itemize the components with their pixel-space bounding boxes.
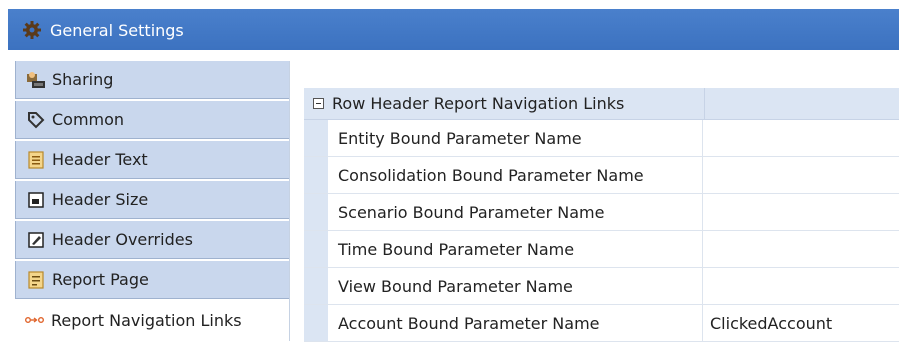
row-gutter <box>304 305 328 341</box>
window-title: General Settings <box>50 21 184 40</box>
property-row: Entity Bound Parameter Name <box>304 120 899 157</box>
property-name: View Bound Parameter Name <box>338 268 703 304</box>
sidebar-item-header-overrides[interactable]: Header Overrides <box>15 221 289 259</box>
sidebar-item-label: Sharing <box>52 70 114 89</box>
property-value[interactable] <box>706 120 899 156</box>
property-name: Scenario Bound Parameter Name <box>338 194 703 230</box>
sidebar-item-header-text[interactable]: Header Text <box>15 141 289 179</box>
sidebar-item-common[interactable]: Common <box>15 101 289 139</box>
section-header[interactable]: Row Header Report Navigation Links <box>304 88 899 120</box>
property-name: Consolidation Bound Parameter Name <box>338 157 703 193</box>
sidebar-item-label: Header Size <box>52 190 149 209</box>
property-value[interactable]: ClickedAccount <box>706 305 899 341</box>
tag-icon <box>26 110 46 130</box>
property-value[interactable] <box>706 194 899 230</box>
sidebar-item-label: Header Text <box>52 150 148 169</box>
row-gutter <box>304 194 328 230</box>
sidebar-item-label: Report Navigation Links <box>51 310 242 330</box>
sharing-icon <box>26 70 46 90</box>
column-divider <box>704 88 705 120</box>
property-row: View Bound Parameter Name <box>304 268 899 305</box>
property-value[interactable] <box>706 231 899 267</box>
property-name: Account Bound Parameter Name <box>338 305 703 341</box>
title-bar: General Settings <box>8 9 899 50</box>
sidebar-item-report-navigation-links[interactable]: Report Navigation Links <box>15 301 289 339</box>
row-gutter <box>304 231 328 267</box>
sidebar-item-header-size[interactable]: Header Size <box>15 181 289 219</box>
property-grid: Row Header Report Navigation Links Entit… <box>290 61 899 342</box>
property-row: Time Bound Parameter Name <box>304 231 899 268</box>
sidebar-item-report-page[interactable]: Report Page <box>15 261 289 299</box>
report-page-icon <box>26 270 46 290</box>
property-value[interactable] <box>706 157 899 193</box>
property-name: Time Bound Parameter Name <box>338 231 703 267</box>
property-row: Consolidation Bound Parameter Name <box>304 157 899 194</box>
row-gutter <box>304 120 328 156</box>
header-text-icon <box>26 150 46 170</box>
gear-icon <box>22 20 42 40</box>
sidebar-item-label: Report Page <box>52 270 149 289</box>
property-value[interactable] <box>706 268 899 304</box>
sidebar-item-sharing[interactable]: Sharing <box>15 61 289 99</box>
collapse-icon[interactable] <box>313 98 324 109</box>
row-gutter <box>304 268 328 304</box>
settings-sidebar: Sharing Common Header Text Header Size H… <box>15 61 290 341</box>
sidebar-item-label: Common <box>52 110 125 129</box>
property-row: Account Bound Parameter Name ClickedAcco… <box>304 305 899 342</box>
header-overrides-icon <box>26 230 46 250</box>
sidebar-item-label: Header Overrides <box>52 230 193 249</box>
section-title: Row Header Report Navigation Links <box>332 94 625 113</box>
property-name: Entity Bound Parameter Name <box>338 120 703 156</box>
header-size-icon <box>26 190 46 210</box>
property-row: Scenario Bound Parameter Name <box>304 194 899 231</box>
row-gutter <box>304 157 328 193</box>
navigation-links-icon <box>25 310 45 330</box>
